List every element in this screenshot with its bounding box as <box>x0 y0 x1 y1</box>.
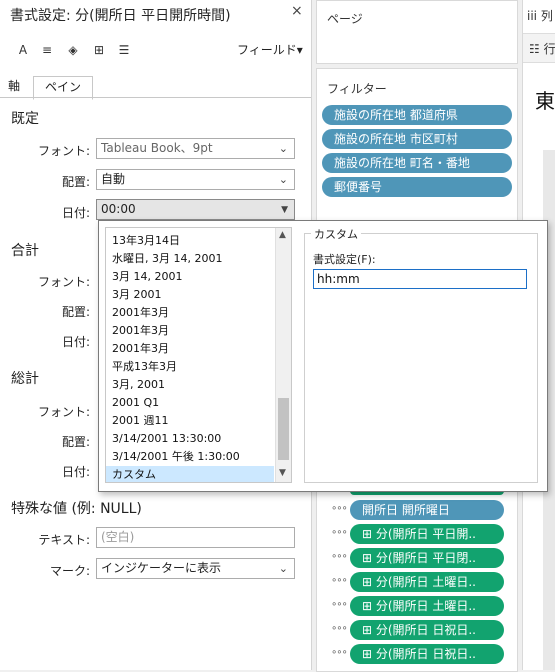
total-date-label: 日付: <box>61 335 90 349</box>
section-default-title: 既定 <box>11 111 39 127</box>
date-format-popup: 13年3月14日 水曜日, 3月 14, 2001 3月 14, 2001 3月… <box>98 220 548 492</box>
borders-icon[interactable]: ⊞ <box>90 41 108 59</box>
triangle-down-icon: ▼ <box>281 205 288 215</box>
format-option[interactable]: 2001年3月 <box>106 340 274 358</box>
format-option[interactable]: 2001年3月 <box>106 322 274 340</box>
detail-icon: ∘∘∘ <box>331 575 348 586</box>
special-text-input[interactable]: (空白) <box>96 527 295 548</box>
filter-pill[interactable]: 郵便番号 <box>322 177 512 197</box>
chevron-down-icon: ⌄ <box>278 142 288 155</box>
mark-pill[interactable]: ⊞ 分(開所日 日祝日.. <box>350 644 504 664</box>
custom-format-group: カスタム 書式設定(F): hh:mm <box>304 226 538 483</box>
date-dropdown[interactable]: 00:00 ▼ <box>96 199 295 220</box>
font-dropdown[interactable]: Tableau Book、9pt ⌄ <box>96 138 295 159</box>
fields-dropdown[interactable]: フィールド▾ <box>237 41 303 58</box>
scroll-up-icon[interactable]: ▲ <box>279 230 286 240</box>
scroll-thumb[interactable] <box>278 398 289 460</box>
mark-pill[interactable]: ⊞ 分(開所日 土曜日.. <box>350 572 504 592</box>
pages-shelf[interactable]: ページ <box>316 0 518 64</box>
format-option[interactable]: 3月 14, 2001 <box>106 268 274 286</box>
tab-axis[interactable]: 軸 <box>8 76 20 97</box>
date-format-list[interactable]: 13年3月14日 水曜日, 3月 14, 2001 3月 14, 2001 3月… <box>105 227 292 483</box>
filter-pill[interactable]: 施設の所在地 市区町村 <box>322 129 512 149</box>
custom-group-title: カスタム <box>311 226 361 242</box>
detail-icon: ∘∘∘ <box>331 551 348 562</box>
format-option[interactable]: 3月, 2001 <box>106 376 274 394</box>
columns-shelf[interactable]: iii 列 <box>527 7 553 24</box>
list-scrollbar[interactable]: ▲ ▼ <box>275 228 291 482</box>
detail-icon: ∘∘∘ <box>331 623 348 634</box>
format-option[interactable]: 2001 週11 <box>106 412 274 430</box>
format-option[interactable]: 3/14/2001 午後 1:30:00 <box>106 448 274 466</box>
detail-icon: ∘∘∘ <box>331 647 348 658</box>
mark-pill[interactable]: ⊞ 分(開所日 日祝日.. <box>350 620 504 640</box>
text-label: テキスト: <box>38 533 90 547</box>
mark-label: マーク: <box>49 564 90 578</box>
filter-pill[interactable]: 施設の所在地 町名・番地 <box>322 153 512 173</box>
grand-align-label: 配置: <box>61 435 90 449</box>
detail-icon: ∘∘∘ <box>331 599 348 610</box>
format-option[interactable]: 平成13年3月 <box>106 358 274 376</box>
view-title-fragment: 東 <box>535 89 555 113</box>
chevron-down-icon: ⌄ <box>278 562 288 575</box>
lines-icon[interactable]: ☰ <box>115 41 133 59</box>
pane-title: 書式設定: 分(開所日 平日開所時間) <box>10 8 231 24</box>
rows-label: ☷ 行 <box>529 42 555 56</box>
align-dropdown[interactable]: 自動 ⌄ <box>96 169 295 190</box>
mark-pill[interactable]: ⊞ 分(開所日 平日開.. <box>350 524 504 544</box>
font-value: Tableau Book、9pt <box>101 141 213 155</box>
date-value: 00:00 <box>101 202 136 216</box>
font-format-icon[interactable]: A <box>14 41 32 59</box>
custom-format-input[interactable]: hh:mm <box>313 269 527 289</box>
font-label: フォント: <box>37 144 90 158</box>
mark-pill[interactable]: ⊞ 分(開所日 土曜日.. <box>350 596 504 616</box>
section-special-title: 特殊な値 (例: NULL) <box>11 501 142 517</box>
format-label: 書式設定(F): <box>313 253 376 266</box>
filter-pill[interactable]: 施設の所在地 都道府県 <box>322 105 512 125</box>
format-option[interactable]: 水曜日, 3月 14, 2001 <box>106 250 274 268</box>
grand-font-label: フォント: <box>37 405 90 419</box>
total-align-label: 配置: <box>61 305 90 319</box>
format-option[interactable]: 3月 2001 <box>106 286 274 304</box>
rows-shelf[interactable]: ☷ 行 <box>523 33 555 63</box>
mark-pill[interactable]: ⊞ 分(開所日 平日閉.. <box>350 548 504 568</box>
grand-date-label: 日付: <box>61 465 90 479</box>
section-total-title: 合計 <box>11 243 39 259</box>
align-label: 配置: <box>61 175 90 189</box>
total-font-label: フォント: <box>37 275 90 289</box>
format-option[interactable]: 2001年3月 <box>106 304 274 322</box>
alignment-icon[interactable]: ≡ <box>38 41 56 59</box>
pages-title: ページ <box>327 12 363 26</box>
detail-icon: ∘∘∘ <box>331 503 348 514</box>
chevron-down-icon: ⌄ <box>278 173 288 186</box>
format-option-selected[interactable]: カスタム <box>106 466 274 482</box>
date-label: 日付: <box>61 206 90 220</box>
format-option[interactable]: 3/14/2001 13:30:00 <box>106 430 274 448</box>
shading-icon[interactable]: ◈ <box>64 41 82 59</box>
tab-divider <box>0 97 311 98</box>
scroll-down-icon[interactable]: ▼ <box>279 468 286 478</box>
format-option[interactable]: 13年3月14日 <box>106 232 274 250</box>
mark-dropdown[interactable]: インジケーターに表示 ⌄ <box>96 558 295 579</box>
close-icon[interactable]: × <box>291 3 303 19</box>
align-value: 自動 <box>101 172 126 186</box>
detail-icon: ∘∘∘ <box>331 527 348 538</box>
section-grand-total-title: 総計 <box>11 371 39 387</box>
mark-value: インジケーターに表示 <box>101 561 222 575</box>
filters-title: フィルター <box>327 82 387 96</box>
mark-pill[interactable]: 開所日 開所曜日 <box>350 500 504 520</box>
format-option[interactable]: 2001 Q1 <box>106 394 274 412</box>
